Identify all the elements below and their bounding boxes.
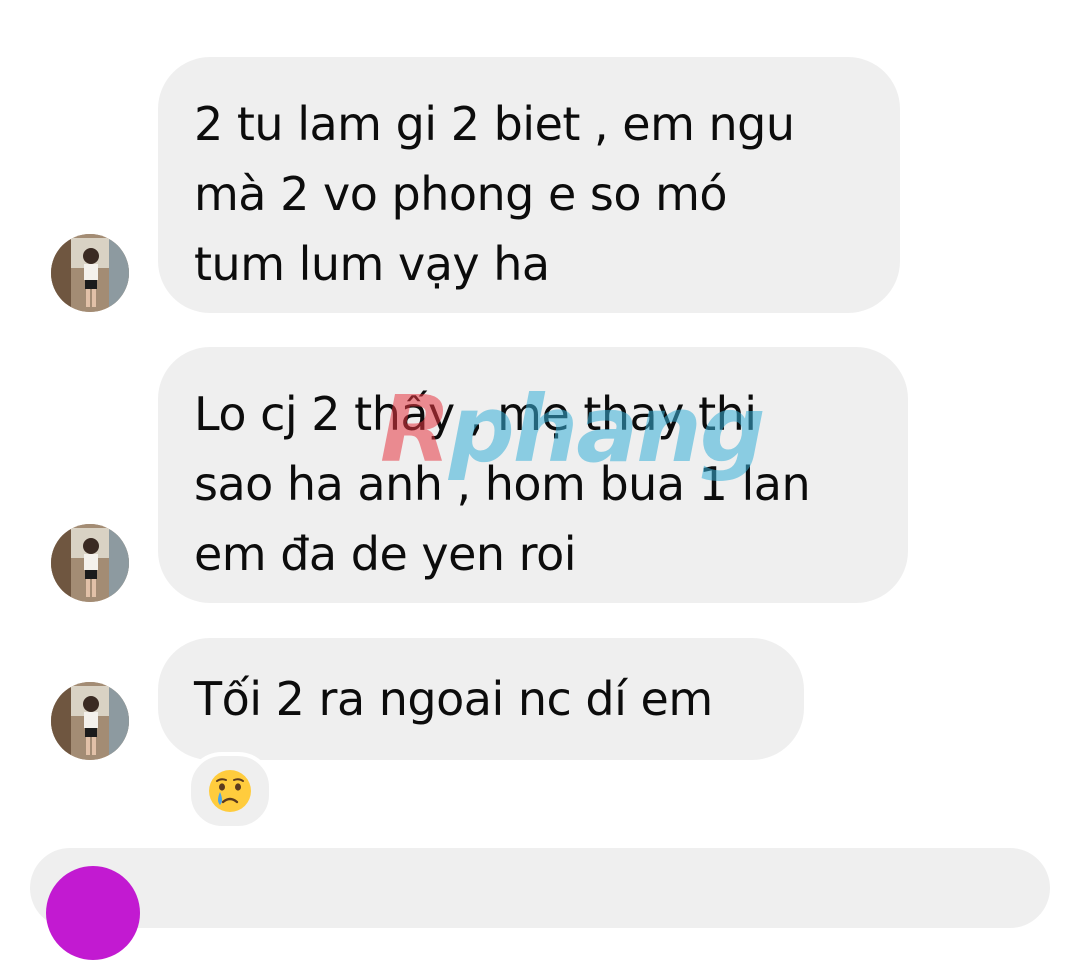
message-bubble[interactable]: Tối 2 ra ngoai nc dí em [158,638,804,760]
message-text-line: Lo cj 2 thấy , mẹ thay thi [194,387,757,441]
camera-button[interactable] [46,866,140,960]
message-reaction[interactable] [187,752,273,830]
message-text-line: mà 2 vo phong e so mó [194,167,728,221]
sender-avatar[interactable] [51,234,129,312]
message-bubble[interactable]: Lo cj 2 thấy , mẹ thay thi sao ha anh , … [158,347,908,603]
message-text-line: em đa de yen roi [194,527,577,581]
message-text-line: tum lum vạy ha [194,237,550,291]
message-text-line: Tối 2 ra ngoai nc dí em [194,672,713,726]
message-text-line: 2 tu lam gi 2 biet , em ngu [194,97,795,151]
message-bubble[interactable]: 2 tu lam gi 2 biet , em ngu mà 2 vo phon… [158,57,900,313]
message-composer[interactable] [30,848,1050,928]
sender-avatar[interactable] [51,524,129,602]
sender-avatar[interactable] [51,682,129,760]
crying-face-emoji-icon [209,770,251,812]
message-text-line: sao ha anh , hom bua 1 lan [194,457,811,511]
